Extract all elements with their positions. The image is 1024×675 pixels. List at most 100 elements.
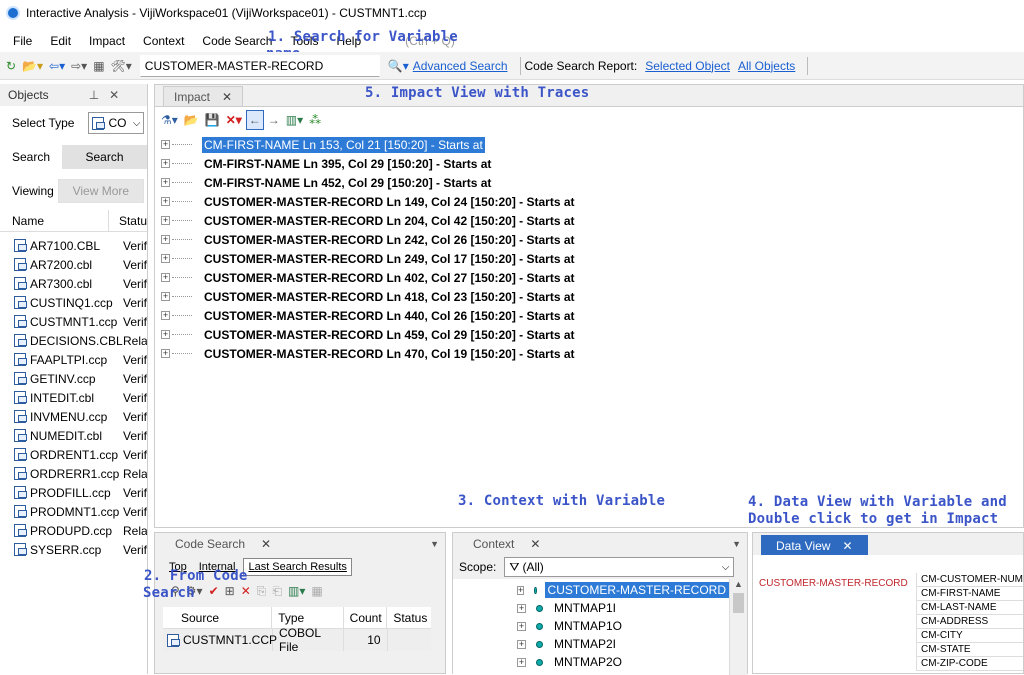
list-item[interactable]: PRODUPD.ccp Rela (0, 521, 147, 540)
list-item[interactable]: CUSTMNT1.ccp Verif (0, 312, 147, 331)
subtab-last-search-results[interactable]: Last Search Results (243, 558, 352, 576)
open-folder-icon[interactable]: 📂▾ (20, 56, 45, 76)
code-search-tab[interactable]: Code Search ✕ ▼ (155, 533, 445, 555)
scroll-thumb[interactable] (733, 593, 744, 613)
context-item[interactable]: + MNTMAP1I (453, 599, 729, 617)
close-icon[interactable]: ✕ (842, 539, 852, 553)
list-item[interactable]: ORDRENT1.ccp Verif (0, 445, 147, 464)
view-more-button[interactable]: View More (57, 179, 144, 203)
check-icon[interactable]: ✔ (207, 581, 221, 601)
context-scrollbar[interactable]: ▲ (729, 579, 747, 675)
list-item[interactable]: ORDRERR1.ccp Rela (0, 464, 147, 483)
tree-node[interactable]: + CUSTOMER-MASTER-RECORD Ln 402, Col 27 [… (155, 268, 1023, 287)
chevron-down-icon[interactable]: ▼ (732, 539, 741, 549)
scroll-up-icon[interactable]: ▲ (730, 579, 747, 589)
context-item[interactable]: + MNTMAP2I (453, 635, 729, 653)
forward-arrow-icon[interactable]: → (266, 110, 282, 130)
context-item[interactable]: + CUSTOMER-MASTER-RECORD (453, 581, 729, 599)
list-item[interactable]: INTEDIT.cbl Verif (0, 388, 147, 407)
close-icon[interactable]: ✕ (109, 88, 119, 102)
save-icon[interactable]: 💾 (203, 110, 222, 130)
menu-file[interactable]: File (4, 34, 41, 48)
all-objects-link[interactable]: All Objects (738, 59, 795, 73)
tab-impact[interactable]: Impact ✕ (163, 86, 244, 106)
list-item[interactable]: GETINV.ccp Verif (0, 369, 147, 388)
expand-icon[interactable]: + (161, 292, 170, 301)
list-item[interactable]: FAAPLTPI.ccp Verif (0, 350, 147, 369)
add-icon[interactable]: ⊞ (223, 581, 237, 601)
close-icon[interactable]: ✕ (261, 537, 271, 551)
table-row[interactable]: CUSTMNT1.CCP COBOL File 10 (163, 626, 431, 654)
search-go-icon[interactable]: 🔍▾ (386, 56, 411, 76)
open-icon[interactable]: 📂 (182, 110, 201, 130)
tree-node[interactable]: + CUSTOMER-MASTER-RECORD Ln 459, Col 29 [… (155, 325, 1023, 344)
grid-icon[interactable]: ▦ (309, 581, 324, 601)
tree-node[interactable]: + CUSTOMER-MASTER-RECORD Ln 440, Col 26 [… (155, 306, 1023, 325)
tree-node[interactable]: + CUSTOMER-MASTER-RECORD Ln 149, Col 24 [… (155, 192, 1023, 211)
back-arrow-icon[interactable]: ← (245, 110, 264, 130)
list-item[interactable]: AR7300.cbl Verif (0, 274, 147, 293)
context-item[interactable]: + MNTMAP1O (453, 617, 729, 635)
tree-node[interactable]: + CUSTOMER-MASTER-RECORD Ln 242, Col 26 [… (155, 230, 1023, 249)
tree-node[interactable]: + CM-FIRST-NAME Ln 395, Col 29 [150:20] -… (155, 154, 1023, 173)
export-icon[interactable]: ▥▾ (286, 581, 307, 601)
expand-icon[interactable]: + (161, 178, 170, 187)
list-item[interactable]: DECISIONS.CBL Rela (0, 331, 147, 350)
tools-icon[interactable]: 🛠▾ (109, 56, 134, 76)
expand-icon[interactable]: + (161, 140, 170, 149)
menu-context[interactable]: Context (134, 34, 193, 48)
list-item[interactable]: CUSTINQ1.ccp Verif (0, 293, 147, 312)
data-field[interactable]: CM-CITY (916, 629, 1023, 643)
delete-icon[interactable]: ✕▾ (224, 110, 244, 130)
context-item[interactable]: + MNTMAP2O (453, 653, 729, 671)
tree-node[interactable]: + CUSTOMER-MASTER-RECORD Ln 204, Col 42 [… (155, 211, 1023, 230)
list-item[interactable]: NUMEDIT.cbl Verif (0, 426, 147, 445)
data-view-record[interactable]: CUSTOMER-MASTER-RECORD (753, 573, 916, 671)
copy-icon[interactable]: ⎘ (255, 581, 269, 601)
menu-edit[interactable]: Edit (41, 34, 80, 48)
list-item[interactable]: PRODFILL.ccp Verif (0, 483, 147, 502)
col-source[interactable]: Source (163, 607, 273, 628)
expand-icon[interactable]: + (517, 585, 525, 595)
expand-icon[interactable]: + (161, 216, 170, 225)
expand-icon[interactable]: + (161, 330, 170, 339)
tree-icon[interactable]: ⁂ (307, 110, 323, 130)
col-type[interactable]: Type (272, 607, 344, 628)
col-name[interactable]: Name (0, 214, 108, 228)
expand-icon[interactable]: + (161, 254, 170, 263)
forward-icon[interactable]: ⇨▾ (69, 56, 89, 76)
list-item[interactable]: SYSERR.ccp Verif (0, 540, 147, 559)
back-icon[interactable]: ⇦▾ (47, 56, 67, 76)
expand-icon[interactable]: + (161, 197, 170, 206)
scope-dropdown[interactable]: ⛛ (All) ⌵ (504, 557, 735, 577)
pin-icon[interactable]: ⊥ (89, 88, 99, 102)
expand-icon[interactable]: + (517, 639, 526, 649)
analyze-icon[interactable]: ⚗▾ (159, 110, 180, 130)
tree-node[interactable]: + CUSTOMER-MASTER-RECORD Ln 470, Col 19 [… (155, 344, 1023, 363)
close-icon[interactable]: ✕ (530, 537, 540, 551)
export-icon[interactable]: ▥▾ (284, 110, 305, 130)
col-status[interactable]: Status (387, 607, 431, 628)
list-item[interactable]: PRODMNT1.ccp Verif (0, 502, 147, 521)
select-type-dropdown[interactable]: CO ⌵ (88, 112, 145, 134)
close-icon[interactable]: ✕ (222, 90, 232, 104)
delete-icon[interactable]: ✕ (239, 581, 253, 601)
paste-icon[interactable]: ⎗ (270, 581, 284, 601)
data-field[interactable]: CM-LAST-NAME (916, 601, 1023, 615)
menu-impact[interactable]: Impact (80, 34, 134, 48)
data-field[interactable]: CM-ADDRESS (916, 615, 1023, 629)
col-status[interactable]: Statu (107, 210, 147, 231)
expand-icon[interactable]: + (517, 657, 526, 667)
data-field[interactable]: CM-FIRST-NAME (916, 587, 1023, 601)
expand-icon[interactable]: + (517, 603, 526, 613)
tree-node[interactable]: + CM-FIRST-NAME Ln 452, Col 29 [150:20] -… (155, 173, 1023, 192)
expand-icon[interactable]: + (161, 273, 170, 282)
selected-object-link[interactable]: Selected Object (645, 59, 730, 73)
col-count[interactable]: Count (344, 607, 388, 628)
sync-icon[interactable]: ↻ (4, 56, 18, 76)
chevron-down-icon[interactable]: ▼ (430, 539, 439, 549)
expand-icon[interactable]: + (161, 235, 170, 244)
expand-icon[interactable]: + (161, 311, 170, 320)
sheet-icon[interactable]: ▦ (91, 56, 106, 76)
data-field[interactable]: CM-STATE (916, 643, 1023, 657)
